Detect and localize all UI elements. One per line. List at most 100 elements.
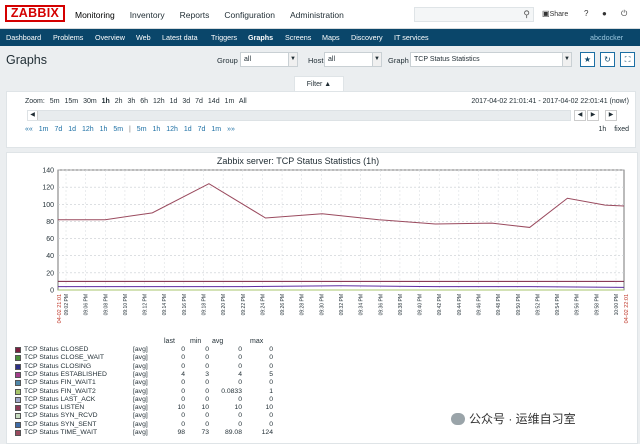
y-tick-label: 20 (46, 270, 54, 277)
back-12h[interactable]: 12h (82, 126, 94, 133)
nav-inventory[interactable]: Inventory (130, 10, 165, 20)
time-period: 2017-04-02 21:01:41 - 2017-04-02 22:01:4… (471, 98, 629, 105)
zoom-5m[interactable]: 5m (50, 98, 60, 105)
tcp-status-chart[interactable]: Zabbix server: TCP Status Statistics (1h… (6, 152, 638, 336)
legend-swatch (15, 380, 21, 387)
scroll-forward-button[interactable]: ▶ (605, 110, 617, 121)
time-scrollbar[interactable]: ◀ (27, 110, 571, 121)
fwd-1d[interactable]: 1d (184, 126, 192, 133)
sign-out-icon[interactable]: ⏻ (621, 9, 627, 19)
nav-reports[interactable]: Reports (180, 10, 210, 20)
graph-select[interactable]: TCP Status Statistics ▼ (410, 52, 572, 67)
subnav-triggers[interactable]: Triggers (211, 33, 237, 42)
zoom-2h[interactable]: 2h (115, 98, 123, 105)
refresh-button[interactable]: ↻ (600, 52, 615, 67)
search-icon[interactable]: ⚲ (523, 9, 530, 20)
zoom-1m[interactable]: 1m (225, 98, 235, 105)
favourite-button[interactable]: ★ (580, 52, 595, 67)
y-tick-label: 80 (46, 219, 54, 226)
share-link[interactable]: ▣Share (542, 9, 568, 18)
star-icon: ★ (583, 55, 592, 64)
back-1h[interactable]: 1h (100, 126, 108, 133)
nav-configuration[interactable]: Configuration (224, 10, 275, 20)
subnav-dashboard[interactable]: Dashboard (6, 33, 41, 42)
subnav-user[interactable]: abcdocker (590, 33, 623, 42)
subnav-discovery[interactable]: Discovery (351, 33, 383, 42)
legend-row: TCP Status CLOSED [avg] 0 0 0 0 (15, 346, 273, 354)
zoom-12h[interactable]: 12h (153, 98, 165, 105)
refresh-icon: ↻ (604, 55, 611, 64)
legend-min: 0 (205, 354, 209, 362)
y-tick-label: 120 (42, 185, 54, 192)
legend-max: 0 (269, 346, 273, 353)
back-1m[interactable]: 1m (39, 126, 49, 133)
legend-avg: 0 (238, 420, 242, 428)
subnav-screens[interactable]: Screens (285, 33, 311, 42)
search-input[interactable]: ⚲ (414, 7, 534, 22)
fixed-toggle[interactable]: fixed (614, 126, 629, 133)
fwd-1m[interactable]: 1m (211, 126, 221, 133)
fwd-12h[interactable]: 12h (166, 126, 178, 133)
period-navigation: «« 1m 7d 1d 12h 1h 5m | 5m 1h 12h 1d 7d … (25, 126, 239, 133)
x-tick-label: 10:00 PM (614, 294, 620, 315)
fullscreen-button[interactable]: ⛶ (620, 52, 635, 67)
zoom-bar: Zoom: 5m 15m 30m 1h 2h 3h 6h 12h 1d 3d 7… (25, 98, 250, 105)
legend-function: [avg] (133, 429, 148, 436)
scroll-right-button[interactable]: ▶ (587, 110, 599, 121)
zoom-6h[interactable]: 6h (140, 98, 148, 105)
zoom-1d[interactable]: 1d (170, 98, 178, 105)
back-1d[interactable]: 1d (68, 126, 76, 133)
subnav-problems[interactable]: Problems (53, 33, 83, 42)
legend-name: TCP Status ESTABLISHED (24, 370, 107, 378)
legend-name: TCP Status FIN_WAIT1 (24, 379, 96, 387)
zabbix-logo[interactable]: ZABBIX (5, 5, 65, 22)
main-nav: Monitoring Inventory Reports Configurati… (75, 10, 359, 20)
zoom-1h[interactable]: 1h (102, 98, 110, 105)
zoom-15m[interactable]: 15m (64, 98, 78, 105)
fwd-5m[interactable]: 5m (137, 126, 147, 133)
filter-tab[interactable]: Filter ▲ (294, 76, 344, 92)
nav-monitoring[interactable]: Monitoring (75, 10, 115, 20)
x-tick-label: 09:34 PM (359, 294, 365, 315)
x-end-label: 04-02 22:01 (624, 294, 630, 323)
zoom-3h[interactable]: 3h (128, 98, 136, 105)
back-7d[interactable]: 7d (54, 126, 62, 133)
legend-min: 0 (205, 362, 209, 370)
legend-min: 0 (205, 379, 209, 387)
host-select[interactable]: all ▼ (324, 52, 382, 67)
watermark-text: 公众号 · 运维自习室 (469, 412, 576, 426)
group-select[interactable]: all ▼ (240, 52, 298, 67)
legend-function: [avg] (133, 420, 148, 428)
zoom-30m[interactable]: 30m (83, 98, 97, 105)
legend-swatch (15, 421, 21, 428)
subnav-latest-data[interactable]: Latest data (162, 33, 198, 42)
nav-administration[interactable]: Administration (290, 10, 344, 20)
subnav-overview[interactable]: Overview (95, 33, 125, 42)
scroll-left-handle[interactable]: ◀ (28, 111, 38, 120)
page-title: Graphs (6, 53, 47, 67)
subnav-maps[interactable]: Maps (322, 33, 340, 42)
subnav-it-services[interactable]: IT services (394, 33, 429, 42)
legend-avg: 89.08 (224, 429, 242, 436)
zoom-7d[interactable]: 7d (195, 98, 203, 105)
help-icon[interactable]: ? (584, 9, 588, 18)
period-span: 1h fixed (598, 126, 629, 133)
legend-max: 124 (261, 429, 273, 436)
back-5m[interactable]: 5m (113, 126, 123, 133)
x-tick-label: 09:28 PM (300, 294, 306, 315)
legend-max: 10 (265, 404, 273, 412)
span-1h[interactable]: 1h (598, 126, 606, 133)
subnav-web[interactable]: Web (136, 33, 151, 42)
zoom-14d[interactable]: 14d (208, 98, 220, 105)
fwd-7d[interactable]: 7d (198, 126, 206, 133)
legend-swatch (15, 388, 21, 395)
share-label: Share (549, 11, 569, 18)
scroll-left-button[interactable]: ◀ (574, 110, 586, 121)
fwd-1h[interactable]: 1h (152, 126, 160, 133)
y-tick-label: 140 (42, 168, 54, 175)
subnav-graphs[interactable]: Graphs (248, 33, 273, 42)
legend-row: TCP Status CLOSING [avg] 0 0 0 0 (15, 362, 273, 371)
zoom-3d[interactable]: 3d (182, 98, 190, 105)
zoom-all[interactable]: All (239, 98, 247, 105)
user-profile-icon[interactable]: ● (602, 9, 607, 18)
